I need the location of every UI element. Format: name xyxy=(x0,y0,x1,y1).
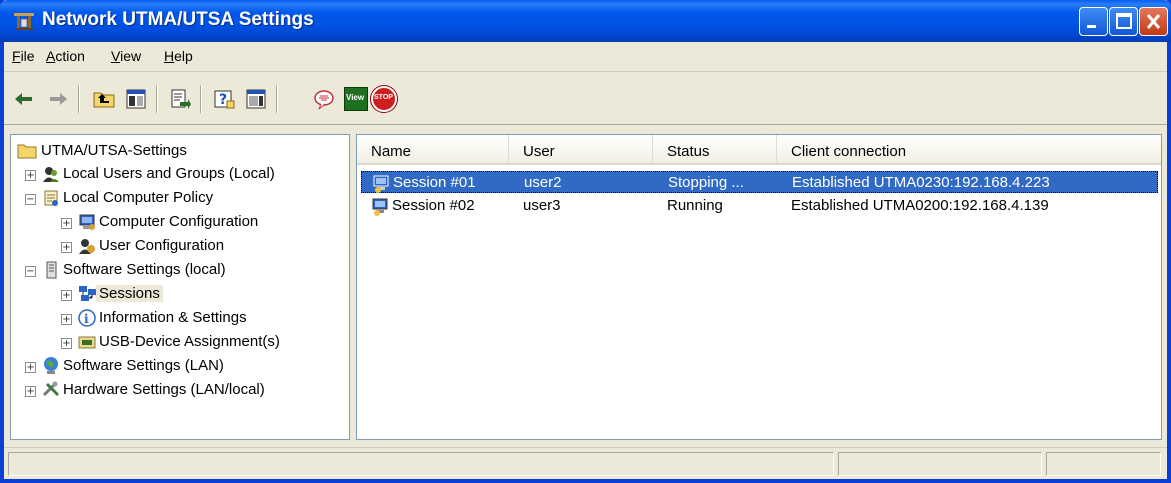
app-title-icon xyxy=(14,13,34,30)
tree-item-local-users-and-groups[interactable]: Local Users and Groups (Local) xyxy=(63,165,275,182)
tree-expander[interactable]: + xyxy=(25,386,36,397)
list-row[interactable]: Session #02 user3 Running Established UT… xyxy=(357,195,1161,217)
toolbar-separator xyxy=(156,85,158,113)
export-list-icon[interactable] xyxy=(168,87,192,111)
tree-expander[interactable]: + xyxy=(25,170,36,181)
svg-text:?: ? xyxy=(219,92,227,108)
session-user: user3 xyxy=(523,197,561,214)
toolbar-separator xyxy=(78,85,80,113)
menu-view-accel: V xyxy=(111,48,121,64)
tree-expander[interactable]: + xyxy=(61,290,72,301)
menu-file[interactable]: File xyxy=(12,48,35,64)
show-hide-action-pane-icon[interactable] xyxy=(244,87,268,111)
tree-item-computer-configuration[interactable]: Computer Configuration xyxy=(99,213,258,230)
menu-action-accel: A xyxy=(46,48,56,64)
up-one-level-icon[interactable] xyxy=(92,87,116,111)
minimize-icon xyxy=(1087,25,1096,28)
tree-item-sessions[interactable]: Sessions xyxy=(96,285,163,302)
tree-root-label[interactable]: UTMA/UTSA-Settings xyxy=(41,142,187,159)
info-icon: i xyxy=(78,309,96,327)
menu-file-accel: F xyxy=(12,48,21,64)
session-client-connection: Established UTMA0200:192.168.4.139 xyxy=(791,197,1049,214)
session-client-connection: Established UTMA0230:192.168.4.223 xyxy=(792,174,1050,191)
column-header-client-connection[interactable]: Client connection xyxy=(777,135,1161,165)
session-name: Session #02 xyxy=(392,197,475,214)
session-status: Stopping ... xyxy=(668,174,744,191)
session-status: Running xyxy=(667,197,723,214)
computer-config-icon xyxy=(79,214,95,230)
maximize-icon xyxy=(1116,13,1132,29)
toolbar: ? View STOP xyxy=(4,73,1167,125)
view-icon-label: View xyxy=(346,93,365,102)
tree-expander[interactable]: + xyxy=(25,362,36,373)
tree-item-software-settings-lan[interactable]: Software Settings (LAN) xyxy=(63,357,224,374)
session-name: Session #01 xyxy=(393,174,476,191)
tree-expander[interactable]: + xyxy=(61,218,72,229)
console-tree[interactable]: UTMA/UTSA-Settings + Local Users and Gro… xyxy=(10,134,350,440)
session-icon xyxy=(372,198,388,216)
message-icon[interactable] xyxy=(312,87,336,111)
sessions-list-view[interactable]: Name User Status Client connection Sessi… xyxy=(356,134,1162,440)
menu-help-label: elp xyxy=(174,48,193,64)
users-icon xyxy=(43,167,59,182)
tree-expander[interactable]: − xyxy=(25,266,36,277)
tree-item-information-settings[interactable]: Information & Settings xyxy=(99,309,247,326)
maximize-button[interactable] xyxy=(1109,7,1138,36)
svg-text:i: i xyxy=(84,312,89,326)
hardware-tools-icon xyxy=(42,381,60,397)
status-panel-main xyxy=(8,452,834,476)
tree-item-software-settings-local[interactable]: Software Settings (local) xyxy=(63,261,226,278)
help-icon[interactable]: ? xyxy=(212,87,236,111)
usb-device-icon xyxy=(78,336,96,349)
menu-help-accel: H xyxy=(164,48,175,64)
menu-action-label: ction xyxy=(55,48,85,64)
status-panel-secondary xyxy=(838,452,1042,476)
column-header-status[interactable]: Status xyxy=(653,135,777,165)
list-row[interactable]: Session #01 user2 Stopping ... Establish… xyxy=(361,171,1158,193)
tree-expander[interactable]: + xyxy=(61,242,72,253)
session-user: user2 xyxy=(524,174,562,191)
menu-help[interactable]: Help xyxy=(164,48,193,64)
menu-file-label: ile xyxy=(20,48,35,64)
toolbar-separator xyxy=(200,85,202,113)
tree-expander[interactable]: + xyxy=(61,314,72,325)
stop-icon[interactable]: STOP xyxy=(371,86,397,112)
globe-network-icon xyxy=(44,357,58,374)
sessions-icon xyxy=(79,286,96,301)
tree-expander[interactable]: − xyxy=(25,194,36,205)
column-header-name[interactable]: Name xyxy=(357,135,509,165)
close-button[interactable] xyxy=(1139,7,1168,36)
tree-expander[interactable]: + xyxy=(61,338,72,349)
column-header-user[interactable]: User xyxy=(509,135,653,165)
user-config-icon xyxy=(79,239,95,254)
folder-icon xyxy=(17,144,37,159)
minimize-button[interactable] xyxy=(1079,7,1108,36)
session-icon xyxy=(373,175,389,193)
tree-item-user-configuration[interactable]: User Configuration xyxy=(99,237,224,254)
app-window: Network UTMA/UTSA Settings File Action V… xyxy=(0,0,1171,483)
menu-view-label: iew xyxy=(120,48,142,64)
server-tower-icon xyxy=(46,261,57,279)
back-arrow-icon[interactable] xyxy=(12,87,36,111)
tree-item-local-computer-policy[interactable]: Local Computer Policy xyxy=(63,189,213,206)
tree-item-usb-device-assignments[interactable]: USB-Device Assignment(s) xyxy=(99,333,280,350)
status-panel-tertiary xyxy=(1046,452,1161,476)
forward-arrow-icon[interactable] xyxy=(46,87,70,111)
menu-bar: File Action View Help xyxy=(4,42,1167,72)
status-bar xyxy=(4,447,1167,479)
menu-view[interactable]: View xyxy=(111,48,141,64)
stop-icon-label: STOP xyxy=(374,94,393,101)
toolbar-separator xyxy=(276,85,278,113)
window-title: Network UTMA/UTSA Settings xyxy=(42,9,314,30)
policy-scroll-icon xyxy=(44,190,58,206)
close-icon xyxy=(1146,14,1161,29)
menu-action[interactable]: Action xyxy=(46,48,85,64)
show-hide-console-tree-icon[interactable] xyxy=(124,87,148,111)
title-bar[interactable]: Network UTMA/UTSA Settings xyxy=(0,0,1171,42)
tree-item-hardware-settings[interactable]: Hardware Settings (LAN/local) xyxy=(63,381,265,398)
view-icon[interactable]: View xyxy=(344,87,368,111)
